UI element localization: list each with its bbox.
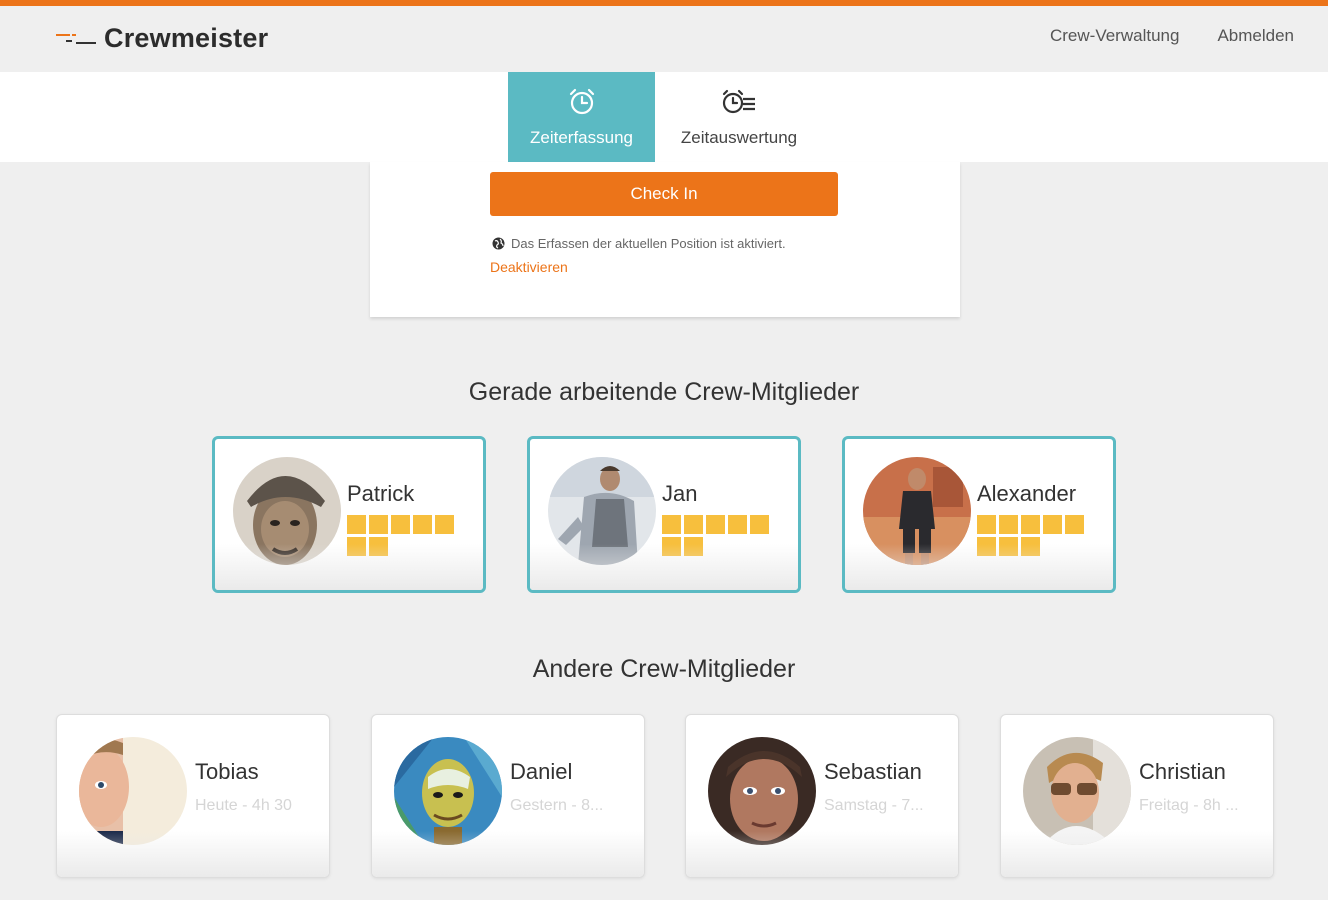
avatar xyxy=(394,737,502,845)
other-member-card[interactable]: Christian Freitag - 8h ... xyxy=(1000,714,1274,878)
time-blocks xyxy=(662,515,782,556)
tab-label: Zeiterfassung xyxy=(530,128,633,147)
avatar xyxy=(233,457,341,565)
avatar xyxy=(1023,737,1131,845)
tab-time-evaluation[interactable]: Zeitauswertung xyxy=(664,72,814,162)
logo[interactable]: Crewmeister xyxy=(54,23,268,54)
other-member-card[interactable]: Sebastian Samstag - 7... xyxy=(685,714,959,878)
time-block xyxy=(750,515,769,534)
other-member-card[interactable]: Tobias Heute - 4h 30 xyxy=(56,714,330,878)
last-seen-text: Gestern - 8... xyxy=(510,797,604,814)
time-block xyxy=(1065,515,1084,534)
checkin-card: Check In Das Erfassen der aktuellen Posi… xyxy=(370,162,960,317)
nav-logout-link[interactable]: Abmelden xyxy=(1217,26,1294,46)
member-name: Daniel xyxy=(510,759,573,784)
time-block xyxy=(662,537,681,556)
alarm-clock-icon xyxy=(567,86,597,118)
member-name: Alexander xyxy=(977,481,1077,506)
time-blocks xyxy=(977,515,1097,556)
time-block xyxy=(977,537,996,556)
time-block xyxy=(999,515,1018,534)
other-member-card[interactable]: Daniel Gestern - 8... xyxy=(371,714,645,878)
time-block xyxy=(413,515,432,534)
position-info: Das Erfassen der aktuellen Position ist … xyxy=(492,236,786,251)
time-block xyxy=(1021,515,1040,534)
time-block xyxy=(369,515,388,534)
time-block xyxy=(684,515,703,534)
position-info-text: Das Erfassen der aktuellen Position ist … xyxy=(511,236,786,251)
working-member-card[interactable]: Patrick xyxy=(212,436,486,593)
time-block xyxy=(999,537,1018,556)
nav-crew-management-link[interactable]: Crew-Verwaltung xyxy=(1050,26,1179,46)
time-block xyxy=(706,515,725,534)
time-block xyxy=(1043,515,1062,534)
member-name: Christian xyxy=(1139,759,1226,784)
app-name: Crewmeister xyxy=(104,23,269,53)
tab-time-tracking[interactable]: Zeiterfassung xyxy=(508,72,655,162)
logo-mark-icon xyxy=(54,24,98,54)
others-section-title: Andere Crew-Mitglieder xyxy=(532,655,796,683)
member-name: Jan xyxy=(662,481,698,506)
time-block xyxy=(977,515,996,534)
time-block xyxy=(391,515,410,534)
time-block xyxy=(347,515,366,534)
avatar xyxy=(863,457,971,565)
member-name: Patrick xyxy=(347,481,415,506)
clock-list-icon xyxy=(721,86,757,118)
time-block xyxy=(728,515,747,534)
time-block xyxy=(684,537,703,556)
avatar xyxy=(548,457,656,565)
last-seen-text: Samstag - 7... xyxy=(824,797,924,814)
tab-label: Zeitauswertung xyxy=(680,128,798,147)
globe-icon xyxy=(492,237,505,250)
tab-bar: Zeiterfassung Zeitauswertung xyxy=(0,72,1328,162)
member-name: Sebastian xyxy=(824,759,922,784)
last-seen-text: Freitag - 8h ... xyxy=(1139,797,1239,814)
time-block xyxy=(347,537,366,556)
header: Crewmeister Crew-Verwaltung Abmelden xyxy=(0,6,1328,72)
last-seen-text: Heute - 4h 30 xyxy=(195,797,292,814)
time-block xyxy=(662,515,681,534)
top-nav: Crew-Verwaltung Abmelden xyxy=(1050,26,1294,46)
member-name: Tobias xyxy=(195,759,259,784)
avatar xyxy=(79,737,187,845)
time-block xyxy=(1021,537,1040,556)
working-member-card[interactable]: Alexander xyxy=(842,436,1116,593)
time-blocks xyxy=(347,515,467,556)
time-block xyxy=(435,515,454,534)
avatar xyxy=(708,737,816,845)
working-member-card[interactable]: Jan xyxy=(527,436,801,593)
working-section-title: Gerade arbeitende Crew-Mitglieder xyxy=(468,378,860,406)
check-in-button[interactable]: Check In xyxy=(490,172,838,216)
time-block xyxy=(369,537,388,556)
deactivate-link[interactable]: Deaktivieren xyxy=(490,259,568,275)
